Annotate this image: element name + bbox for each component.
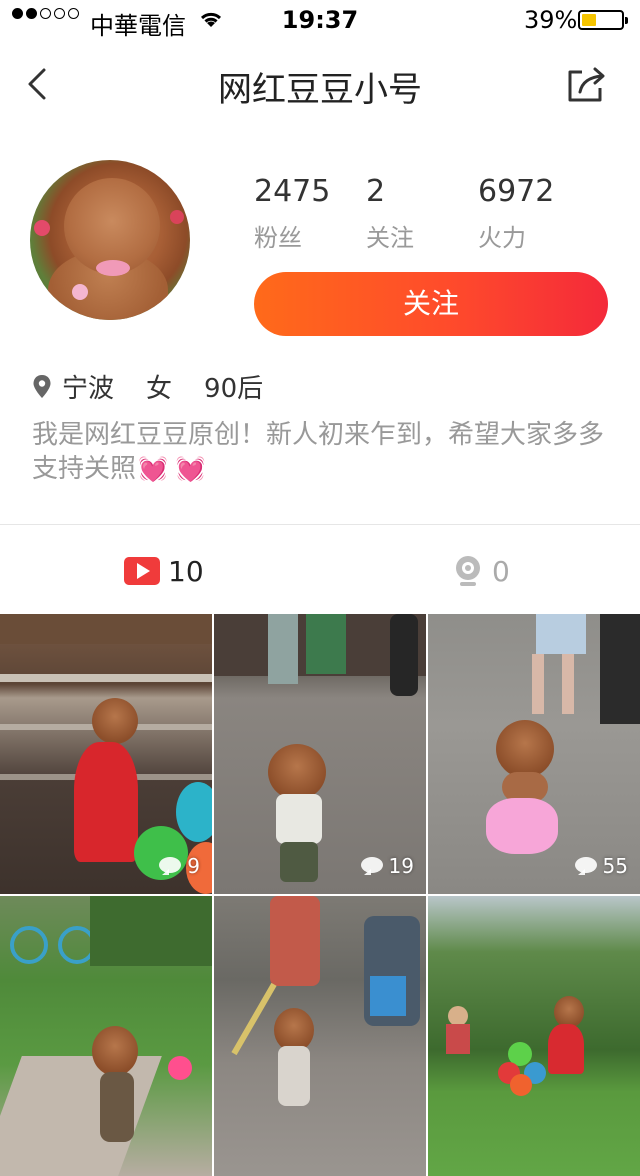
page-title: 网红豆豆小号 bbox=[218, 70, 422, 110]
battery-icon bbox=[578, 10, 628, 30]
location-pin-icon bbox=[33, 374, 51, 398]
followers-label: 粉丝 bbox=[254, 224, 302, 252]
following-label: 关注 bbox=[366, 224, 414, 252]
video-thumbnail[interactable] bbox=[214, 896, 426, 1176]
video-thumbnail[interactable]: 9 bbox=[0, 614, 212, 894]
video-grid: 9 19 55 bbox=[0, 614, 640, 1176]
tab-live[interactable]: 0 bbox=[452, 550, 510, 592]
video-play-icon bbox=[124, 557, 160, 585]
firepower-count: 6972 bbox=[478, 174, 555, 209]
profile-meta: 宁波 女 90后 bbox=[32, 368, 295, 405]
following-count[interactable]: 2 bbox=[366, 174, 385, 209]
bio-content: 我是网红豆豆原创！新人初来乍到，希望大家多多支持关照 bbox=[32, 420, 605, 484]
video-thumbnail[interactable]: 55 bbox=[428, 614, 640, 894]
comment-icon bbox=[159, 857, 182, 875]
followers-count[interactable]: 2475 bbox=[254, 174, 330, 209]
comment-count: 9 bbox=[159, 854, 200, 878]
video-thumbnail[interactable] bbox=[428, 896, 640, 1176]
comment-icon bbox=[360, 857, 383, 875]
age-group-text: 90后 bbox=[204, 374, 264, 404]
battery-percent: 39% bbox=[524, 6, 578, 34]
share-icon[interactable] bbox=[562, 64, 608, 106]
follow-button[interactable]: 关注 bbox=[254, 272, 608, 336]
webcam-icon bbox=[456, 556, 480, 586]
bio-text: 我是网红豆豆原创！新人初来乍到，希望大家多多支持关照💓 💓 bbox=[32, 418, 612, 486]
comment-icon bbox=[574, 857, 597, 875]
status-bar: 中華電信 19:37 39% bbox=[0, 0, 640, 40]
firepower-label: 火力 bbox=[478, 224, 526, 252]
comment-count: 19 bbox=[360, 854, 414, 878]
tab-videos[interactable]: 10 bbox=[124, 550, 204, 592]
divider bbox=[0, 524, 640, 525]
video-thumbnail[interactable]: 19 bbox=[214, 614, 426, 894]
location-text: 宁波 bbox=[62, 374, 115, 404]
video-count: 10 bbox=[168, 554, 204, 588]
live-count: 0 bbox=[492, 554, 510, 588]
gender-text: 女 bbox=[146, 374, 173, 404]
heart-emoji: 💓 💓 bbox=[138, 455, 206, 483]
avatar[interactable] bbox=[30, 160, 190, 320]
video-thumbnail[interactable] bbox=[0, 896, 212, 1176]
comment-count: 55 bbox=[574, 854, 628, 878]
